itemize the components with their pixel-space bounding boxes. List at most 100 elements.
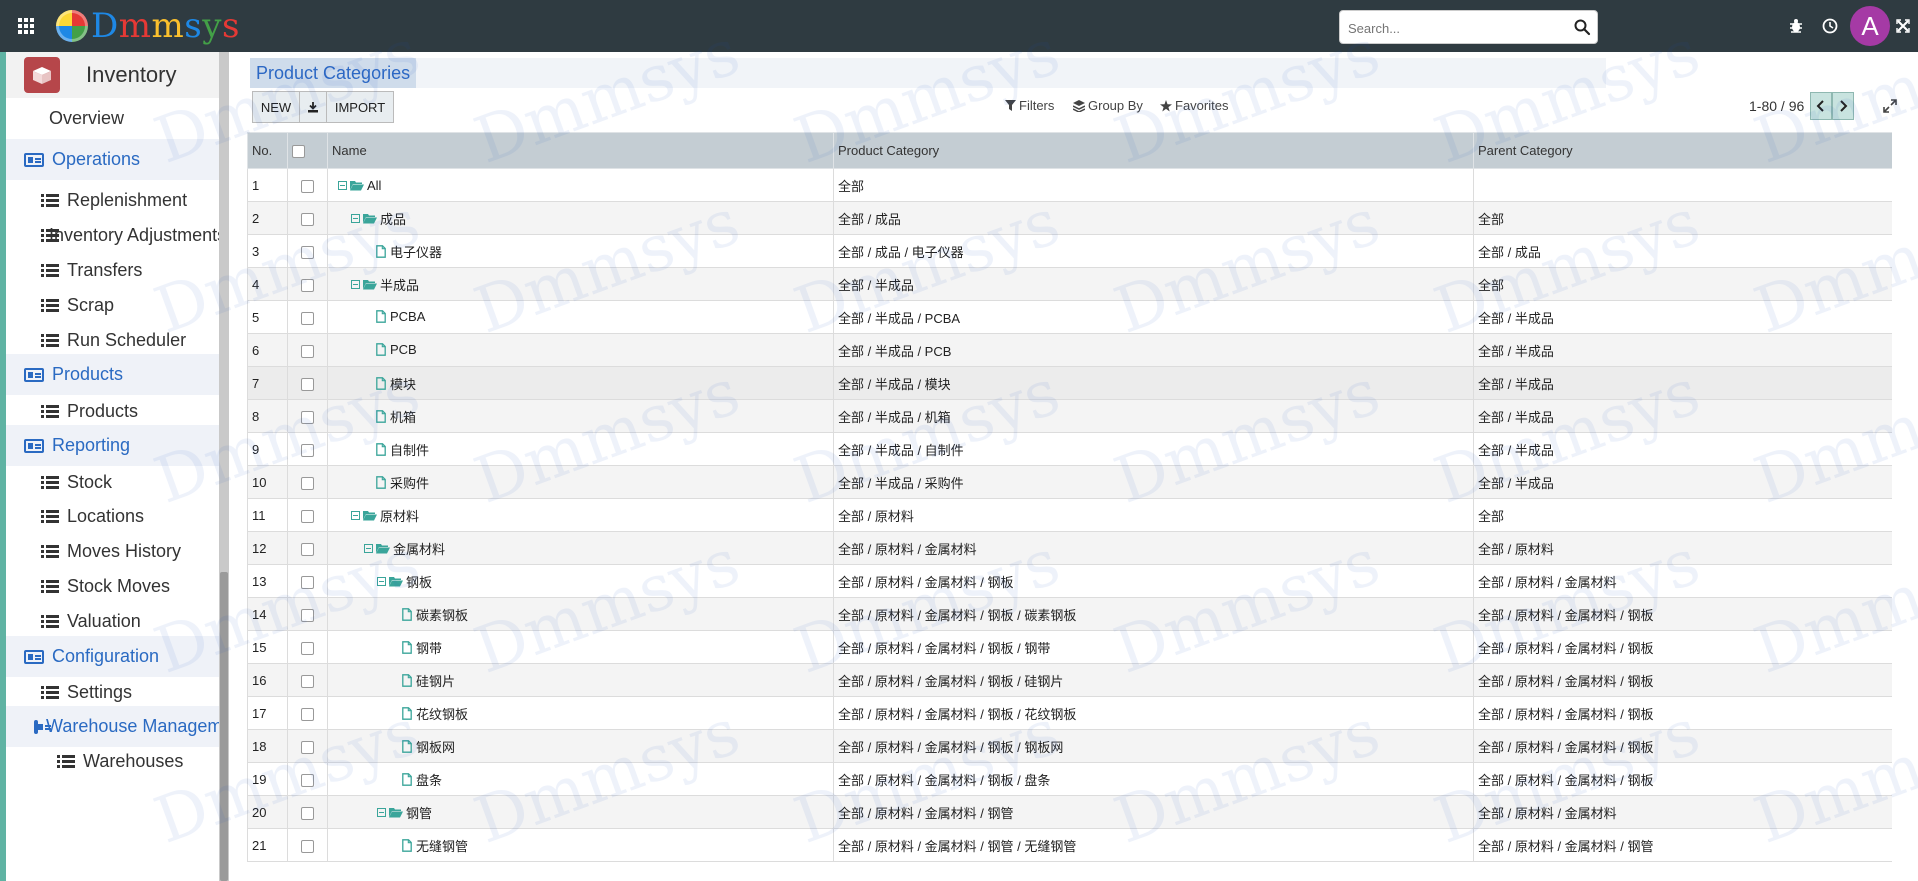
row-checkbox[interactable] — [301, 245, 314, 259]
new-button[interactable]: NEW — [252, 91, 300, 123]
app-title[interactable]: Inventory — [6, 52, 219, 98]
name-cell[interactable]: PCB — [327, 333, 834, 367]
column-header-name[interactable]: Name — [327, 132, 834, 169]
name-cell[interactable]: 金属材料 — [327, 531, 834, 565]
row-checkbox[interactable] — [301, 806, 314, 820]
collapse-toggle-icon[interactable] — [351, 213, 360, 223]
sidebar-scrollbar[interactable] — [219, 52, 229, 881]
parent-category-cell[interactable]: 全部 / 原材料 / 金属材料 / 钢管 — [1473, 828, 1892, 862]
row-checkbox[interactable] — [301, 773, 314, 787]
sidebar-item-warehouses[interactable]: Warehouses — [6, 741, 219, 782]
product-category-cell[interactable]: 全部 / 半成品 / PCB — [833, 333, 1474, 367]
parent-category-cell[interactable]: 全部 / 原材料 / 金属材料 — [1473, 795, 1892, 829]
table-row[interactable]: 9 自制件 全部 / 半成品 / 自制件 全部 / 半成品 — [247, 432, 1892, 466]
favorites-control[interactable]: Favorites — [1160, 98, 1228, 113]
parent-category-cell[interactable]: 全部 / 半成品 — [1473, 432, 1892, 466]
search-icon[interactable] — [1573, 18, 1591, 36]
row-checkbox[interactable] — [301, 707, 314, 721]
collapse-toggle-icon[interactable] — [364, 543, 373, 553]
import-button[interactable]: IMPORT — [326, 91, 394, 123]
product-category-cell[interactable]: 全部 / 半成品 / PCBA — [833, 300, 1474, 334]
parent-category-cell[interactable]: 全部 / 原材料 / 金属材料 / 钢板 — [1473, 597, 1892, 631]
sidebar-item-reporting[interactable]: Reporting — [6, 425, 219, 466]
row-checkbox[interactable] — [301, 443, 314, 457]
download-button[interactable] — [299, 91, 327, 123]
name-cell[interactable]: 盘条 — [327, 762, 834, 796]
sidebar-item-configuration[interactable]: Configuration — [6, 636, 219, 677]
parent-category-cell[interactable]: 全部 / 成品 — [1473, 234, 1892, 268]
product-category-cell[interactable]: 全部 / 原材料 / 金属材料 / 钢板 / 碳素钢板 — [833, 597, 1474, 631]
table-row[interactable]: 20 钢管 全部 / 原材料 / 金属材料 / 钢管 全部 / 原材料 / 金属材料 — [247, 795, 1892, 829]
collapse-toggle-icon[interactable] — [377, 807, 386, 817]
row-checkbox[interactable] — [301, 344, 314, 358]
table-row[interactable]: 17 花纹钢板 全部 / 原材料 / 金属材料 / 钢板 / 花纹钢板 全部 / 原材… — [247, 696, 1892, 730]
name-cell[interactable]: 成品 — [327, 201, 834, 235]
table-row[interactable]: 15 钢带 全部 / 原材料 / 金属材料 / 钢板 / 钢带 全部 / 原材料 / … — [247, 630, 1892, 664]
name-cell[interactable]: 钢管 — [327, 795, 834, 829]
product-category-cell[interactable]: 全部 / 半成品 / 自制件 — [833, 432, 1474, 466]
column-header-category[interactable]: Product Category — [833, 132, 1474, 169]
column-header-parent[interactable]: Parent Category — [1473, 132, 1892, 169]
parent-category-cell[interactable]: 全部 / 原材料 / 金属材料 / 钢板 — [1473, 696, 1892, 730]
close-fullscreen-icon[interactable] — [1891, 14, 1915, 38]
row-checkbox[interactable] — [301, 377, 314, 391]
table-row[interactable]: 11 原材料 全部 / 原材料 全部 — [247, 498, 1892, 532]
apps-grid-icon[interactable] — [0, 0, 52, 52]
row-checkbox[interactable] — [301, 608, 314, 622]
parent-category-cell[interactable]: 全部 — [1473, 498, 1892, 532]
sidebar-scrollbar-thumb[interactable] — [220, 572, 228, 881]
row-checkbox[interactable] — [301, 311, 314, 325]
table-row[interactable]: 5 PCBA 全部 / 半成品 / PCBA 全部 / 半成品 — [247, 300, 1892, 334]
product-category-cell[interactable]: 全部 / 成品 / 电子仪器 — [833, 234, 1474, 268]
row-checkbox[interactable] — [301, 542, 314, 556]
parent-category-cell[interactable]: 全部 / 半成品 — [1473, 333, 1892, 367]
sidebar-item-overview[interactable]: Overview — [6, 98, 219, 139]
name-cell[interactable]: PCBA — [327, 300, 834, 334]
user-avatar[interactable]: A — [1850, 6, 1890, 46]
breadcrumb[interactable]: Product Categories — [250, 58, 417, 88]
parent-category-cell[interactable] — [1473, 168, 1892, 202]
product-category-cell[interactable]: 全部 / 半成品 — [833, 267, 1474, 301]
table-row[interactable]: 10 采购件 全部 / 半成品 / 采购件 全部 / 半成品 — [247, 465, 1892, 499]
table-row[interactable]: 8 机箱 全部 / 半成品 / 机箱 全部 / 半成品 — [247, 399, 1892, 433]
product-category-cell[interactable]: 全部 / 成品 — [833, 201, 1474, 235]
parent-category-cell[interactable]: 全部 / 原材料 / 金属材料 / 钢板 — [1473, 630, 1892, 664]
product-category-cell[interactable]: 全部 / 原材料 / 金属材料 / 钢管 / 无缝钢管 — [833, 828, 1474, 862]
sidebar-item-products[interactable]: Products — [6, 354, 219, 395]
product-category-cell[interactable]: 全部 / 半成品 / 模块 — [833, 366, 1474, 400]
product-category-cell[interactable]: 全部 — [833, 168, 1474, 202]
table-row[interactable]: 6 PCB 全部 / 半成品 / PCB 全部 / 半成品 — [247, 333, 1892, 367]
debug-bug-icon[interactable] — [1784, 14, 1808, 38]
table-row[interactable]: 4 半成品 全部 / 半成品 全部 — [247, 267, 1892, 301]
row-checkbox[interactable] — [301, 278, 314, 292]
product-category-cell[interactable]: 全部 / 原材料 / 金属材料 / 钢板 / 花纹钢板 — [833, 696, 1474, 730]
name-cell[interactable]: 机箱 — [327, 399, 834, 433]
table-row[interactable]: 16 硅钢片 全部 / 原材料 / 金属材料 / 钢板 / 硅钢片 全部 / 原材料 … — [247, 663, 1892, 697]
name-cell[interactable]: 花纹钢板 — [327, 696, 834, 730]
product-category-cell[interactable]: 全部 / 原材料 / 金属材料 — [833, 531, 1474, 565]
table-row[interactable]: 12 金属材料 全部 / 原材料 / 金属材料 全部 / 原材料 — [247, 531, 1892, 565]
product-category-cell[interactable]: 全部 / 半成品 / 机箱 — [833, 399, 1474, 433]
activity-clock-icon[interactable] — [1818, 14, 1842, 38]
expand-icon[interactable] — [1882, 98, 1898, 114]
column-header-select[interactable] — [287, 132, 328, 169]
parent-category-cell[interactable]: 全部 / 半成品 — [1473, 300, 1892, 334]
pager-range[interactable]: 1-80 / 96 — [1749, 98, 1804, 114]
parent-category-cell[interactable]: 全部 / 半成品 — [1473, 465, 1892, 499]
parent-category-cell[interactable]: 全部 / 原材料 / 金属材料 / 钢板 — [1473, 663, 1892, 697]
parent-category-cell[interactable]: 全部 / 原材料 / 金属材料 / 钢板 — [1473, 762, 1892, 796]
parent-category-cell[interactable]: 全部 / 半成品 — [1473, 366, 1892, 400]
pager-next-button[interactable] — [1832, 92, 1854, 120]
filters-control[interactable]: Filters — [1005, 98, 1054, 113]
product-category-cell[interactable]: 全部 / 原材料 / 金属材料 / 钢板 / 钢带 — [833, 630, 1474, 664]
name-cell[interactable]: 采购件 — [327, 465, 834, 499]
name-cell[interactable]: 原材料 — [327, 498, 834, 532]
parent-category-cell[interactable]: 全部 — [1473, 201, 1892, 235]
row-checkbox[interactable] — [301, 410, 314, 424]
pager-previous-button[interactable] — [1810, 92, 1832, 120]
table-row[interactable]: 18 钢板网 全部 / 原材料 / 金属材料 / 钢板 / 钢板网 全部 / 原材料 … — [247, 729, 1892, 763]
name-cell[interactable]: 碳素钢板 — [327, 597, 834, 631]
select-all-checkbox[interactable] — [292, 145, 305, 159]
parent-category-cell[interactable]: 全部 / 半成品 — [1473, 399, 1892, 433]
table-row[interactable]: 7 模块 全部 / 半成品 / 模块 全部 / 半成品 — [247, 366, 1892, 400]
